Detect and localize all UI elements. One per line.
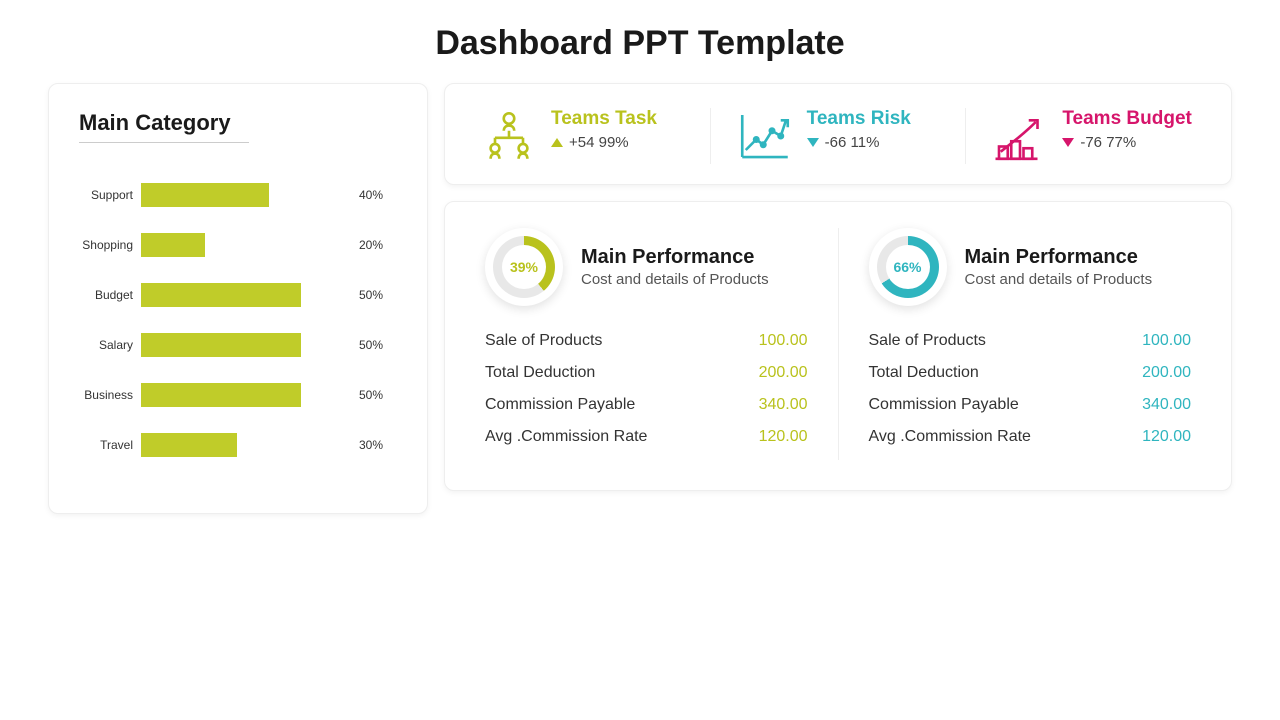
kpi-title: Teams Budget <box>1062 108 1192 130</box>
kpi-title: Teams Task <box>551 108 657 130</box>
bar-label: Budget <box>73 288 133 302</box>
performance-subtitle: Cost and details of Products <box>581 271 769 288</box>
bar-row: Shopping 20% <box>73 233 403 257</box>
perf-row-value: 200.00 <box>1142 364 1191 382</box>
perf-row-value: 120.00 <box>759 428 808 446</box>
bar-fill <box>141 383 301 407</box>
perf-row-label: Sale of Products <box>485 332 602 350</box>
trend-down-icon <box>1062 138 1074 147</box>
donut-gauge: 66% <box>869 228 947 306</box>
performance-olive: 39% Main Performance Cost and details of P… <box>455 228 839 460</box>
trend-up-icon <box>551 138 563 147</box>
kpi-delta: -66 11% <box>807 134 911 151</box>
performance-title: Main Performance <box>581 246 769 269</box>
kpi-delta: +54 99% <box>551 134 657 151</box>
perf-row-label: Total Deduction <box>869 364 979 382</box>
bar-label: Business <box>73 388 133 402</box>
performance-teal: 66% Main Performance Cost and details of P… <box>839 228 1222 460</box>
bar-fill <box>141 433 237 457</box>
perf-row-value: 200.00 <box>759 364 808 382</box>
perf-row-label: Avg .Commission Rate <box>485 428 647 446</box>
trend-down-icon <box>807 138 819 147</box>
kpi-teal: Teams Risk -66 11% <box>711 108 967 164</box>
perf-row-label: Total Deduction <box>485 364 595 382</box>
perf-row: Commission Payable 340.00 <box>485 396 808 414</box>
performance-subtitle: Cost and details of Products <box>965 271 1153 288</box>
page-title: Dashboard PPT Template <box>0 0 1280 83</box>
perf-row-label: Sale of Products <box>869 332 986 350</box>
bar-value: 20% <box>359 238 383 252</box>
bar-value: 30% <box>359 438 383 452</box>
bar-track <box>141 383 351 407</box>
perf-row: Total Deduction 200.00 <box>869 364 1192 382</box>
bar-value: 50% <box>359 338 383 352</box>
bar-row: Support 40% <box>73 183 403 207</box>
divider <box>79 142 249 143</box>
perf-row-label: Avg .Commission Rate <box>869 428 1031 446</box>
bar-fill <box>141 333 301 357</box>
perf-row-value: 340.00 <box>759 396 808 414</box>
bar-track <box>141 233 351 257</box>
performance-card: 39% Main Performance Cost and details of P… <box>444 201 1232 491</box>
perf-row: Avg .Commission Rate 120.00 <box>869 428 1192 446</box>
perf-row: Avg .Commission Rate 120.00 <box>485 428 808 446</box>
perf-row-value: 100.00 <box>1142 332 1191 350</box>
donut-value: 66% <box>893 259 921 275</box>
category-heading: Main Category <box>79 110 403 136</box>
bar-row: Business 50% <box>73 383 403 407</box>
bar-track <box>141 333 351 357</box>
bar-value: 50% <box>359 388 383 402</box>
perf-row-value: 100.00 <box>759 332 808 350</box>
team-icon <box>481 108 537 164</box>
perf-row-label: Commission Payable <box>869 396 1019 414</box>
growth-icon <box>992 108 1048 164</box>
kpi-title: Teams Risk <box>807 108 911 130</box>
kpi-card: Teams Task+54 99%Teams Risk-66 11%Teams … <box>444 83 1232 185</box>
kpi-olive: Teams Task +54 99% <box>455 108 711 164</box>
category-card: Main Category Support 40% Shopping 20% Budge… <box>48 83 428 514</box>
perf-row-value: 340.00 <box>1142 396 1191 414</box>
bar-label: Support <box>73 188 133 202</box>
bar-fill <box>141 283 301 307</box>
bar-row: Travel 30% <box>73 433 403 457</box>
perf-row: Total Deduction 200.00 <box>485 364 808 382</box>
perf-row-label: Commission Payable <box>485 396 635 414</box>
donut-value: 39% <box>510 259 538 275</box>
chart-icon <box>737 108 793 164</box>
bar-chart: Support40%Shopping20%Budget50%Salary50%B… <box>73 183 403 457</box>
perf-row: Sale of Products 100.00 <box>485 332 808 350</box>
bar-value: 50% <box>359 288 383 302</box>
donut-gauge: 39% <box>485 228 563 306</box>
kpi-pink: Teams Budget -76 77% <box>966 108 1221 164</box>
perf-row: Commission Payable 340.00 <box>869 396 1192 414</box>
bar-label: Shopping <box>73 238 133 252</box>
bar-track <box>141 283 351 307</box>
bar-track <box>141 183 351 207</box>
bar-fill <box>141 233 205 257</box>
bar-value: 40% <box>359 188 383 202</box>
bar-fill <box>141 183 269 207</box>
perf-row-value: 120.00 <box>1142 428 1191 446</box>
kpi-delta: -76 77% <box>1062 134 1192 151</box>
performance-title: Main Performance <box>965 246 1153 269</box>
bar-label: Travel <box>73 438 133 452</box>
bar-row: Budget 50% <box>73 283 403 307</box>
bar-track <box>141 433 351 457</box>
bar-label: Salary <box>73 338 133 352</box>
perf-row: Sale of Products 100.00 <box>869 332 1192 350</box>
bar-row: Salary 50% <box>73 333 403 357</box>
